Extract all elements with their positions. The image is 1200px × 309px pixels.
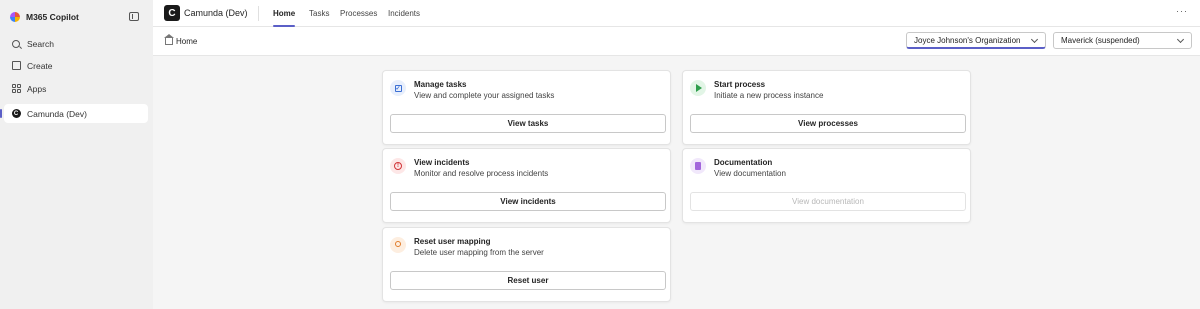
sidebar-toggle-icon[interactable] bbox=[129, 12, 139, 21]
breadcrumb-bar: Home Joyce Johnson's Organization Maveri… bbox=[153, 27, 1200, 56]
rail-item-label: Apps bbox=[27, 83, 47, 94]
create-icon bbox=[11, 61, 21, 71]
organization-select[interactable]: Joyce Johnson's Organization bbox=[906, 32, 1046, 49]
rail-item-camunda[interactable]: C Camunda (Dev) bbox=[0, 104, 148, 123]
app-name: Camunda (Dev) bbox=[184, 8, 248, 18]
rail-item-apps[interactable]: Apps bbox=[4, 79, 148, 98]
card-title: Start process bbox=[714, 80, 766, 89]
more-options-icon[interactable]: ··· bbox=[1176, 6, 1188, 16]
rail-item-create[interactable]: Create bbox=[4, 56, 148, 75]
card-description: Initiate a new process instance bbox=[714, 91, 824, 100]
view-incidents-button[interactable]: View incidents bbox=[390, 192, 666, 211]
rail-item-label: Camunda (Dev) bbox=[27, 108, 87, 119]
chevron-down-icon bbox=[1030, 35, 1039, 44]
rail-header: M365 Copilot bbox=[10, 11, 79, 23]
apps-icon bbox=[11, 84, 21, 94]
view-tasks-button[interactable]: View tasks bbox=[390, 114, 666, 133]
card-description: View and complete your assigned tasks bbox=[414, 91, 555, 100]
tab-incidents[interactable]: Incidents bbox=[388, 9, 420, 27]
rail-item-search[interactable]: Search bbox=[4, 34, 148, 53]
card-reset-user-mapping: Reset user mapping Delete user mapping f… bbox=[382, 227, 671, 302]
card-manage-tasks: ✓ Manage tasks View and complete your as… bbox=[382, 70, 671, 145]
card-title: View incidents bbox=[414, 158, 470, 167]
document-icon bbox=[690, 158, 706, 174]
tab-processes[interactable]: Processes bbox=[340, 9, 377, 27]
card-start-process: Start process Initiate a new process ins… bbox=[682, 70, 971, 145]
rail-item-label: Search bbox=[27, 38, 54, 49]
tab-tasks[interactable]: Tasks bbox=[309, 9, 329, 27]
tab-home[interactable]: Home bbox=[273, 9, 296, 27]
camunda-logo-icon: C bbox=[164, 5, 180, 21]
alert-icon: ! bbox=[390, 158, 406, 174]
user-icon bbox=[390, 237, 406, 253]
workspace-select[interactable]: Maverick (suspended) bbox=[1053, 32, 1192, 49]
card-title: Documentation bbox=[714, 158, 773, 167]
search-icon bbox=[11, 39, 21, 49]
task-checkbox-icon: ✓ bbox=[390, 80, 406, 96]
home-icon bbox=[164, 34, 174, 45]
breadcrumb[interactable]: Home bbox=[164, 34, 198, 46]
chevron-down-icon bbox=[1176, 35, 1185, 44]
workspace-select-value: Maverick (suspended) bbox=[1061, 36, 1140, 45]
play-icon bbox=[690, 80, 706, 96]
rail-title: M365 Copilot bbox=[26, 12, 79, 22]
header-divider bbox=[258, 6, 259, 21]
breadcrumb-label: Home bbox=[176, 37, 198, 46]
rail-item-label: Create bbox=[27, 60, 53, 71]
copilot-logo-icon bbox=[10, 12, 20, 22]
card-view-incidents: ! View incidents Monitor and resolve pro… bbox=[382, 148, 671, 223]
card-description: Monitor and resolve process incidents bbox=[414, 169, 549, 178]
camunda-icon: C bbox=[11, 109, 21, 119]
card-description: View documentation bbox=[714, 169, 786, 178]
card-documentation: Documentation View documentation View do… bbox=[682, 148, 971, 223]
view-documentation-button: View documentation bbox=[690, 192, 966, 211]
card-title: Reset user mapping bbox=[414, 237, 491, 246]
app-header: C Camunda (Dev) Home Tasks Processes Inc… bbox=[153, 0, 1200, 27]
organization-select-value: Joyce Johnson's Organization bbox=[914, 35, 1021, 45]
left-rail: M365 Copilot Search Create Apps C Camund… bbox=[0, 0, 153, 309]
view-processes-button[interactable]: View processes bbox=[690, 114, 966, 133]
card-description: Delete user mapping from the server bbox=[414, 248, 544, 257]
card-title: Manage tasks bbox=[414, 80, 467, 89]
reset-user-button[interactable]: Reset user bbox=[390, 271, 666, 290]
